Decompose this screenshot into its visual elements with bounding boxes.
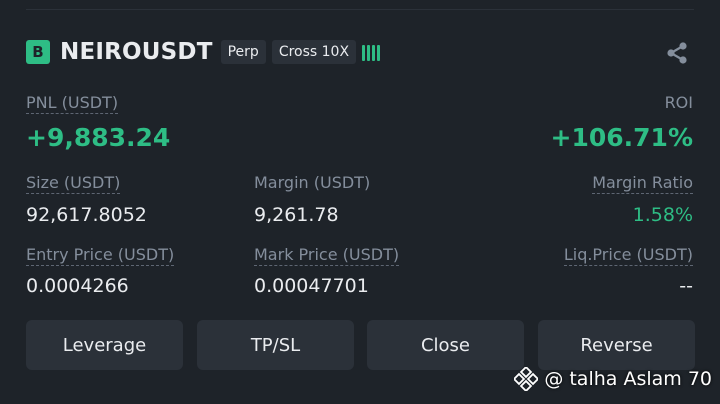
top-divider: [26, 9, 694, 10]
adl-bars-icon[interactable]: [362, 43, 381, 61]
roi-label: ROI: [664, 93, 693, 112]
symbol-title[interactable]: NEIROUSDT: [60, 39, 213, 65]
tag-margin-mode[interactable]: Cross 10X: [271, 40, 357, 64]
diamond-logo-icon: [514, 367, 539, 391]
share-icon[interactable]: [664, 40, 690, 66]
tag-contract-type: Perp: [220, 40, 266, 64]
margin-label: Margin (USDT): [254, 173, 371, 192]
mark-price-value: 0.00047701: [254, 275, 369, 297]
pnl-value: +9,883.24: [26, 123, 171, 152]
liq-price-label[interactable]: Liq.Price (USDT): [563, 244, 693, 266]
side-badge: B: [26, 40, 50, 64]
liq-price-value: --: [679, 275, 693, 297]
watermark-text: @ talha Aslam 70: [544, 368, 712, 390]
mark-price-label[interactable]: Mark Price (USDT): [254, 244, 400, 266]
close-button[interactable]: Close: [367, 320, 524, 370]
reverse-button[interactable]: Reverse: [538, 320, 695, 370]
entry-price-label[interactable]: Entry Price (USDT): [26, 244, 175, 266]
tpsl-button[interactable]: TP/SL: [197, 320, 354, 370]
margin-value: 9,261.78: [254, 204, 339, 226]
size-value: 92,617.8052: [26, 204, 147, 226]
pnl-label[interactable]: PNL (USDT): [26, 92, 119, 114]
leverage-button[interactable]: Leverage: [26, 320, 183, 370]
watermark: @ talha Aslam 70: [514, 366, 712, 392]
margin-ratio-value: 1.58%: [632, 204, 693, 226]
position-header: B NEIROUSDT Perp Cross 10X: [26, 38, 694, 66]
size-label[interactable]: Size (USDT): [26, 172, 121, 194]
roi-value: +106.71%: [550, 123, 693, 152]
margin-ratio-label[interactable]: Margin Ratio: [592, 172, 693, 194]
entry-price-value: 0.0004266: [26, 275, 129, 297]
